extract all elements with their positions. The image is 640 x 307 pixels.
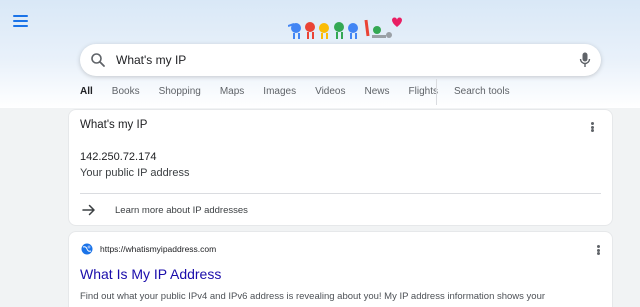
ip-card-title: What's my IP <box>80 119 148 131</box>
tab-flights[interactable]: Flights <box>409 86 438 106</box>
search-icon[interactable] <box>90 52 106 68</box>
result-options-icon[interactable] <box>593 243 603 257</box>
tab-shopping[interactable]: Shopping <box>159 86 201 106</box>
ip-address-value: 142.250.72.174 <box>80 151 157 163</box>
learn-more-link[interactable]: Learn more about IP addresses <box>69 195 612 225</box>
tab-images[interactable]: Images <box>263 86 296 106</box>
more-options-icon[interactable] <box>587 120 597 134</box>
search-result: https://whatismyipaddress.com What Is My… <box>68 231 613 307</box>
menu-icon[interactable] <box>13 15 28 27</box>
microphone-icon[interactable] <box>579 52 591 68</box>
result-snippet: Find out what your public IPv4 and IPv6 … <box>80 291 546 302</box>
ip-answer-card: What's my IP 142.250.72.174 Your public … <box>68 109 613 226</box>
tab-news[interactable]: News <box>365 86 390 106</box>
tab-videos[interactable]: Videos <box>315 86 345 106</box>
result-url[interactable]: https://whatismyipaddress.com <box>100 244 216 254</box>
tab-maps[interactable]: Maps <box>220 86 244 106</box>
card-divider <box>80 193 601 194</box>
google-doodle[interactable] <box>288 14 406 44</box>
ip-address-label: Your public IP address <box>80 167 190 179</box>
site-favicon-icon <box>81 243 93 255</box>
search-bar <box>80 44 601 76</box>
search-tools-button[interactable]: Search tools <box>454 86 510 97</box>
result-title-link[interactable]: What Is My IP Address <box>80 266 221 282</box>
search-tabs: All Books Shopping Maps Images Videos Ne… <box>80 86 457 111</box>
arrow-right-icon <box>82 204 95 216</box>
tabs-divider <box>436 79 437 105</box>
learn-more-text: Learn more about IP addresses <box>115 205 248 216</box>
search-input[interactable] <box>116 51 546 69</box>
tab-books[interactable]: Books <box>112 86 140 106</box>
tab-all[interactable]: All <box>80 86 93 111</box>
